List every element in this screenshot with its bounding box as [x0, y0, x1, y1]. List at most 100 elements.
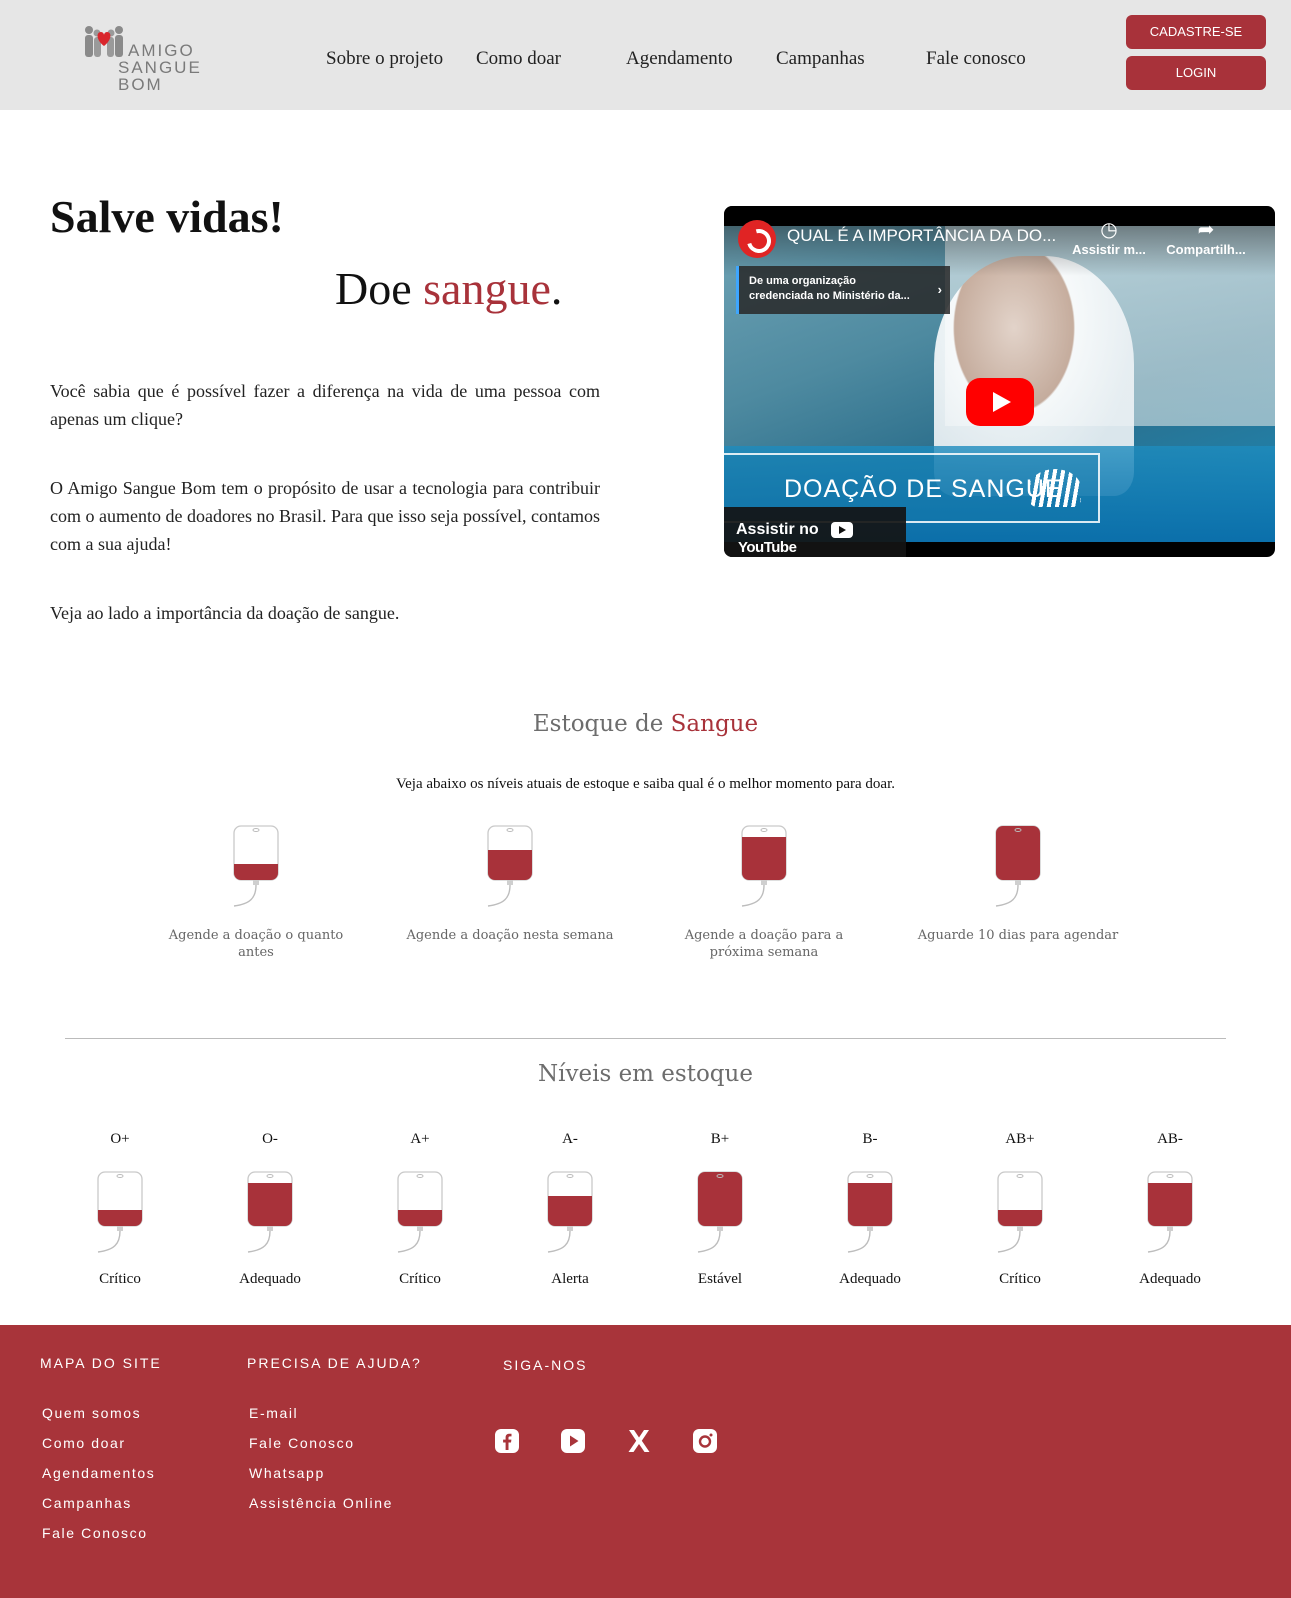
blood-level-status: Crítico — [99, 1271, 141, 1287]
youtube-video-embed[interactable]: DOAÇÃO DE SANGUE QUAL É A IMPORTÂNCIA DA… — [724, 206, 1275, 557]
youtube-logo-icon — [831, 521, 854, 538]
chevron-right-icon: › — [937, 282, 942, 297]
blood-type-label: A- — [562, 1131, 578, 1147]
nav-campanhas[interactable]: Campanhas — [776, 48, 865, 70]
legend-label: Aguarde 10 dias para agendar — [917, 928, 1119, 943]
blood-type-bag — [1146, 1166, 1194, 1256]
youtube-wordmark: YouTube — [738, 539, 797, 557]
logo-line-2: SANGUE — [118, 58, 202, 77]
blood-type-label: B- — [862, 1131, 878, 1147]
blood-level-status: Crítico — [999, 1271, 1041, 1287]
blood-bag-icon — [547, 1171, 593, 1253]
legend-label: Agende a doação para a próxima semana — [684, 928, 844, 960]
footer-link-como-doar[interactable]: Como doar — [42, 1435, 126, 1451]
blood-type-label: AB- — [1157, 1131, 1183, 1147]
blood-type-label: AB+ — [1005, 1131, 1035, 1147]
video-info-panel[interactable]: De uma organização credenciada no Minist… — [736, 266, 950, 314]
login-button[interactable]: LOGIN — [1126, 56, 1266, 90]
site-footer: MAPA DO SITE Quem somos Como doar Agenda… — [0, 1325, 1291, 1598]
logo-line-1: AMIGO — [128, 41, 195, 60]
instagram-icon[interactable] — [692, 1428, 718, 1454]
hero-subtitle-prefix: Doe — [335, 263, 424, 314]
video-title[interactable]: QUAL É A IMPORTÂNCIA DA DO... — [787, 226, 1056, 246]
section-divider — [65, 1038, 1226, 1039]
legend-label: Agende a doação o quanto antes — [168, 928, 344, 960]
share-arrow-icon: ➦ — [1197, 219, 1215, 241]
footer-link-fale-conosco-help[interactable]: Fale Conosco — [249, 1435, 355, 1451]
blood-type-bag — [996, 1166, 1044, 1256]
watch-later-label: Assistir m... — [1072, 242, 1146, 257]
blood-bag-icon — [247, 1171, 293, 1253]
x-icon[interactable] — [626, 1428, 652, 1454]
blood-type-label: A+ — [410, 1131, 430, 1147]
blood-type-label: B+ — [710, 1131, 730, 1147]
info-line-2: credenciada no Ministério da... — [749, 290, 910, 302]
blood-type-bag — [846, 1166, 894, 1256]
nav-fale-conosco[interactable]: Fale conosco — [926, 48, 1026, 70]
legend-label: Agende a doação nesta semana — [406, 928, 614, 943]
nav-sobre-o-projeto[interactable]: Sobre o projeto — [326, 48, 443, 70]
blood-bag-icon — [487, 825, 533, 907]
blood-type-label: O+ — [110, 1131, 130, 1147]
channel-avatar-icon[interactable] — [738, 220, 776, 258]
blood-type-bag — [246, 1166, 294, 1256]
facebook-icon[interactable] — [494, 1428, 520, 1454]
blood-bag-icon — [741, 825, 787, 907]
share-label: Compartilh... — [1166, 242, 1246, 257]
site-header: AMIGO SANGUE BOM Sobre o projeto Como do… — [0, 0, 1291, 110]
nav-agendamento[interactable]: Agendamento — [626, 48, 733, 70]
blood-level-status: Crítico — [399, 1271, 441, 1287]
hero-title: Salve vidas! — [50, 191, 284, 242]
info-line-1: De uma organização — [749, 275, 856, 287]
logo-line-3: BOM — [118, 75, 163, 94]
legend-blood-bag — [232, 820, 280, 910]
blood-bag-icon — [1147, 1171, 1193, 1253]
play-button-icon[interactable] — [966, 378, 1034, 426]
blood-type-bag — [696, 1166, 744, 1256]
hero-paragraph-1: Você sabia que é possível fazer a difere… — [50, 381, 600, 429]
blood-bag-icon — [995, 825, 1041, 907]
clock-icon: ◷ — [1100, 219, 1118, 241]
blood-bag-icon — [847, 1171, 893, 1253]
help-heading: PRECISA DE AJUDA? — [247, 1355, 422, 1371]
youtube-icon[interactable] — [560, 1428, 586, 1454]
footer-link-agendamentos[interactable]: Agendamentos — [42, 1465, 155, 1481]
signup-button[interactable]: CADASTRE-SE — [1126, 15, 1266, 49]
blood-level-status: Adequado — [1139, 1271, 1201, 1287]
footer-link-assistencia-online[interactable]: Assistência Online — [249, 1495, 393, 1511]
blood-type-bag — [96, 1166, 144, 1256]
hero-subtitle: Doe sangue. — [335, 262, 562, 315]
watch-on-label: Assistir no — [736, 521, 819, 538]
hero-subtitle-suffix: . — [550, 263, 563, 314]
blood-level-status: Alerta — [551, 1271, 589, 1287]
blood-type-label: O- — [262, 1131, 278, 1147]
blood-level-status: Adequado — [839, 1271, 901, 1287]
watch-on-youtube-button[interactable]: Assistir no YouTube — [724, 507, 906, 557]
hero-paragraph-2: O Amigo Sangue Bom tem o propósito de us… — [50, 478, 600, 554]
footer-link-quem-somos[interactable]: Quem somos — [42, 1405, 141, 1421]
blood-bag-icon — [97, 1171, 143, 1253]
legend-blood-bag — [486, 820, 534, 910]
stock-title-prefix: Estoque de — [532, 711, 671, 737]
legend-blood-bag — [994, 820, 1042, 910]
people-heart-icon — [85, 26, 123, 57]
sitemap-heading: MAPA DO SITE — [40, 1355, 162, 1371]
footer-link-fale-conosco[interactable]: Fale Conosco — [42, 1525, 148, 1541]
footer-link-whatsapp[interactable]: Whatsapp — [249, 1465, 325, 1481]
blood-bag-icon — [997, 1171, 1043, 1253]
watch-later-button[interactable]: ◷ Assistir m... — [1069, 218, 1149, 257]
shell-logo-icon — [1029, 469, 1081, 507]
footer-link-campanhas[interactable]: Campanhas — [42, 1495, 132, 1511]
hero-subtitle-accent: sangue — [423, 263, 551, 314]
blood-type-bag — [396, 1166, 444, 1256]
blood-level-status: Estável — [697, 1271, 743, 1287]
stock-section-title: Estoque de Sangue — [0, 711, 1291, 737]
legend-blood-bag — [740, 820, 788, 910]
social-heading: SIGA-NOS — [503, 1357, 588, 1373]
blood-type-bag — [546, 1166, 594, 1256]
site-logo[interactable]: AMIGO SANGUE BOM — [82, 22, 212, 94]
nav-como-doar[interactable]: Como doar — [476, 48, 561, 70]
share-button[interactable]: ➦ Compartilh... — [1166, 218, 1246, 257]
footer-link-email[interactable]: E-mail — [249, 1405, 298, 1421]
stock-title-accent: Sangue — [670, 711, 759, 737]
